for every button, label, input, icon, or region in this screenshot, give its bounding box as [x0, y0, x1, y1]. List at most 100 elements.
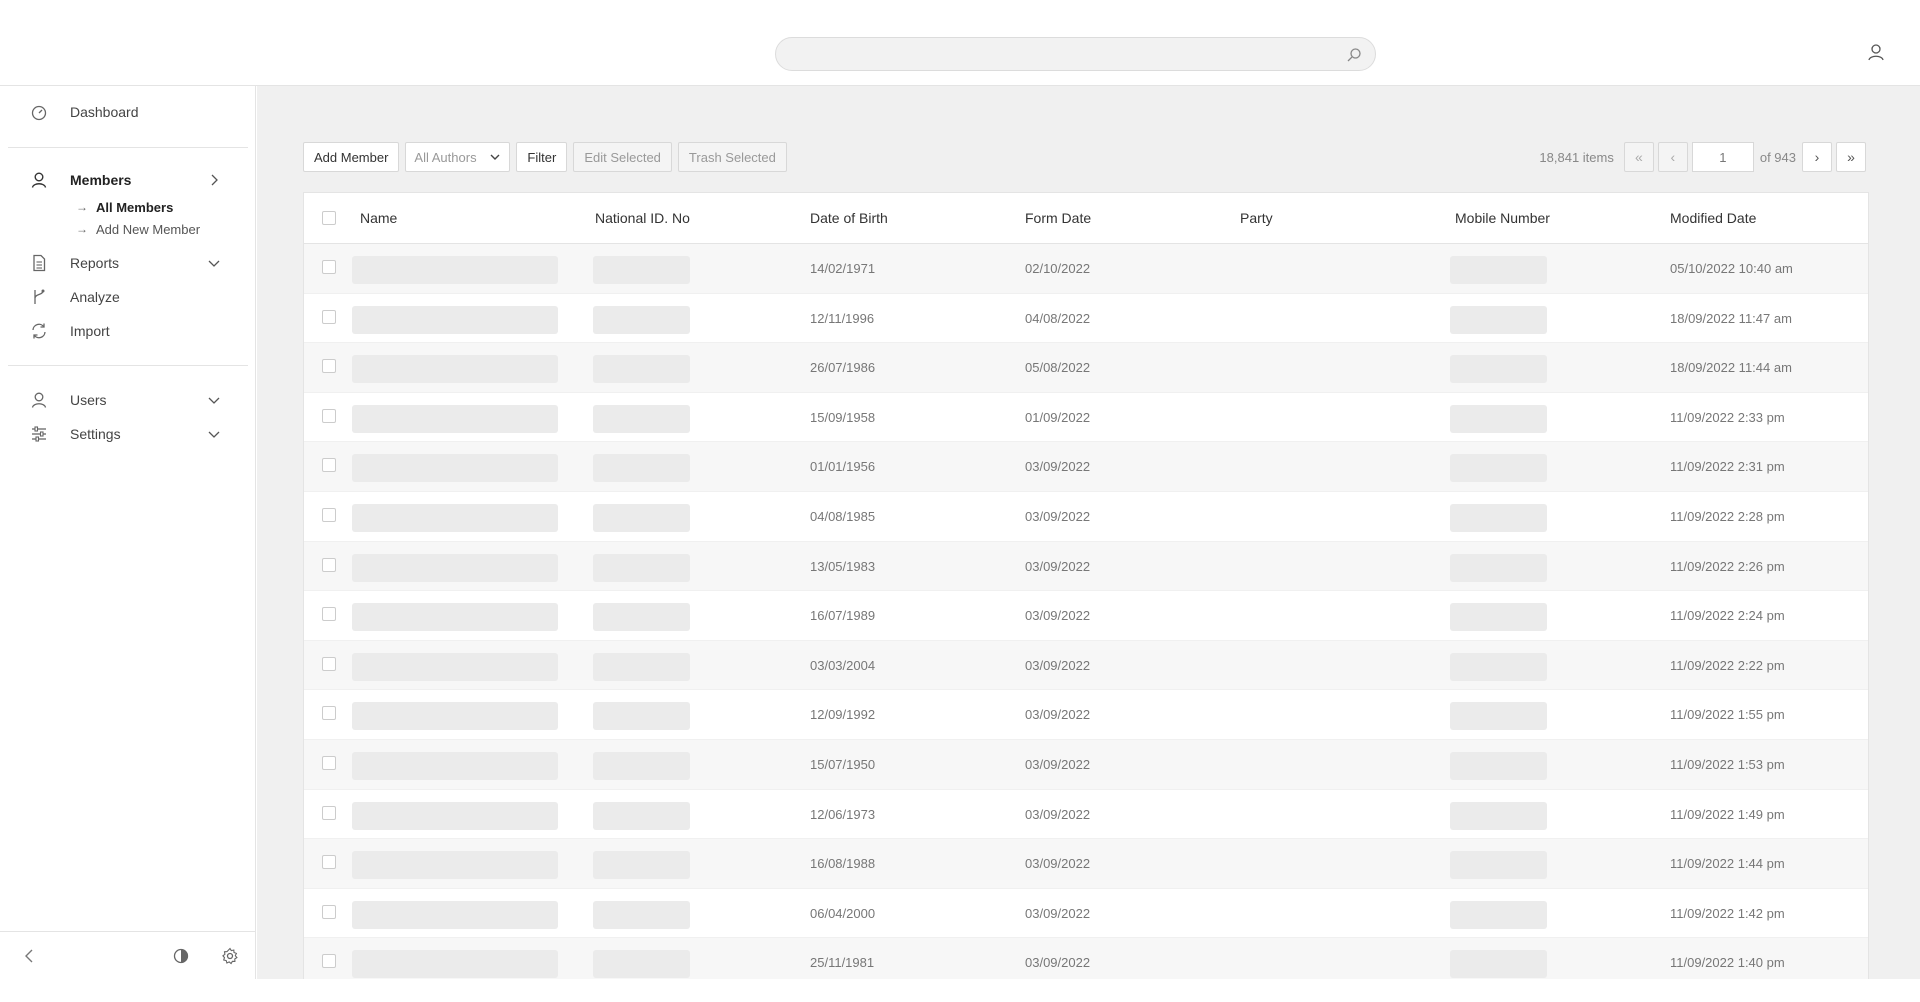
row-checkbox[interactable] — [322, 656, 336, 671]
modified-date-cell: 11/09/2022 1:49 pm — [1670, 806, 1785, 822]
table-row[interactable]: 13/05/1983 03/09/2022 11/09/2022 2:26 pm — [304, 541, 1868, 592]
row-checkbox[interactable] — [322, 359, 336, 374]
collapse-sidebar-icon[interactable] — [21, 947, 39, 965]
mobile-number-placeholder — [1450, 851, 1547, 880]
table-row[interactable]: 25/11/1981 03/09/2022 11/09/2022 1:40 pm — [304, 938, 1868, 979]
column-header-name[interactable]: Name — [360, 210, 397, 226]
trash-selected-button[interactable]: Trash Selected — [677, 142, 787, 172]
chevron-right-icon[interactable] — [207, 173, 221, 187]
row-checkbox[interactable] — [322, 755, 336, 770]
sidebar-subitem-add-new-member[interactable]: → Add New Member — [76, 219, 200, 239]
table-row[interactable]: 26/07/1986 05/08/2022 18/09/2022 11:44 am — [304, 343, 1868, 393]
sidebar-item-import[interactable]: Import — [0, 317, 256, 345]
row-checkbox[interactable] — [322, 507, 336, 522]
row-checkbox[interactable] — [322, 458, 336, 473]
sidebar-subitem-all-members[interactable]: → All Members — [76, 197, 173, 217]
table-row[interactable]: 12/11/1996 04/08/2022 18/09/2022 11:47 am — [304, 294, 1868, 344]
table-row[interactable]: 14/02/1971 02/10/2022 05/10/2022 10:40 am — [304, 244, 1868, 294]
row-checkbox[interactable] — [322, 408, 336, 423]
search-icon[interactable] — [1346, 47, 1362, 63]
first-page-button[interactable]: « — [1623, 142, 1654, 172]
sidebar-item-settings[interactable]: Settings — [0, 420, 256, 448]
date-of-birth-cell: 06/04/2000 — [810, 905, 876, 921]
sidebar-item-analyze[interactable]: Analyze — [0, 283, 256, 311]
row-checkbox[interactable] — [322, 706, 336, 721]
sidebar-item-members[interactable]: Members — [0, 166, 256, 194]
mobile-number-placeholder — [1450, 305, 1547, 334]
chevron-down-icon[interactable] — [207, 256, 221, 270]
date-of-birth-cell: 14/02/1971 — [810, 261, 876, 276]
modified-date-cell: 11/09/2022 1:55 pm — [1670, 707, 1785, 723]
prev-page-button[interactable]: ‹ — [1657, 142, 1688, 172]
national-id-placeholder — [593, 950, 690, 979]
add-member-button[interactable]: Add Member — [303, 142, 400, 172]
row-checkbox[interactable] — [322, 309, 336, 324]
column-header-national-id[interactable]: National ID. No — [595, 210, 690, 226]
mobile-number-placeholder — [1450, 652, 1547, 681]
edit-selected-button[interactable]: Edit Selected — [573, 142, 672, 172]
mobile-number-placeholder — [1450, 404, 1547, 433]
modified-date-cell: 11/09/2022 2:28 pm — [1670, 508, 1785, 524]
row-checkbox[interactable] — [322, 607, 336, 622]
user-icon[interactable] — [1867, 43, 1885, 61]
current-page-input[interactable] — [1691, 142, 1754, 172]
table-row[interactable]: 01/01/1956 03/09/2022 11/09/2022 2:31 pm — [304, 442, 1868, 492]
chevron-down-icon[interactable] — [207, 427, 221, 441]
next-page-button[interactable]: › — [1802, 142, 1832, 172]
form-date-cell: 03/09/2022 — [1025, 707, 1091, 723]
table-row[interactable]: 03/03/2004 03/09/2022 11/09/2022 2:22 pm — [304, 640, 1868, 691]
column-header-form-date[interactable]: Form Date — [1025, 210, 1091, 226]
table-row[interactable]: 04/08/1985 03/09/2022 11/09/2022 2:28 pm — [304, 492, 1868, 542]
table-row[interactable]: 15/09/1958 01/09/2022 11/09/2022 2:33 pm — [304, 393, 1868, 443]
authors-select[interactable]: All Authors — [405, 142, 511, 172]
table-row[interactable]: 16/08/1988 03/09/2022 11/09/2022 1:44 pm — [304, 839, 1868, 889]
sidebar-item-users[interactable]: Users — [0, 386, 256, 414]
column-header-mobile-number[interactable]: Mobile Number — [1455, 210, 1550, 226]
select-all-checkbox[interactable] — [322, 211, 336, 225]
name-placeholder — [352, 900, 558, 929]
row-checkbox[interactable] — [322, 805, 336, 820]
mobile-number-placeholder — [1450, 603, 1547, 632]
arrow-right-icon: → — [76, 200, 88, 214]
sidebar-footer — [0, 931, 256, 979]
mobile-number-placeholder — [1450, 950, 1547, 979]
row-checkbox[interactable] — [322, 557, 336, 572]
date-of-birth-cell: 12/06/1973 — [810, 806, 876, 822]
search-input[interactable] — [776, 38, 1375, 70]
sidebar-item-dashboard[interactable]: Dashboard — [0, 98, 256, 126]
sidebar-item-reports[interactable]: Reports — [0, 249, 256, 277]
row-checkbox[interactable] — [322, 904, 336, 919]
sidebar-item-label: Dashboard — [70, 104, 139, 120]
toolbar: Add Member All Authors Filter Edit Selec… — [303, 142, 787, 172]
table-row[interactable]: 12/06/1973 03/09/2022 11/09/2022 1:49 pm — [304, 790, 1868, 840]
row-checkbox[interactable] — [322, 954, 336, 969]
gear-icon[interactable] — [221, 947, 239, 965]
sidebar-item-label: Settings — [70, 426, 121, 442]
row-checkbox[interactable] — [322, 855, 336, 870]
column-header-party[interactable]: Party — [1240, 210, 1273, 226]
last-page-button[interactable]: » — [1836, 142, 1866, 172]
national-id-placeholder — [593, 652, 690, 681]
national-id-placeholder — [593, 603, 690, 632]
national-id-placeholder — [593, 702, 690, 731]
date-of-birth-cell: 16/07/1989 — [810, 608, 876, 624]
table-row[interactable]: 16/07/1989 03/09/2022 11/09/2022 2:24 pm — [304, 591, 1868, 641]
form-date-cell: 03/09/2022 — [1025, 508, 1091, 524]
column-header-modified-date[interactable]: Modified Date — [1670, 210, 1756, 226]
column-header-date-of-birth[interactable]: Date of Birth — [810, 210, 888, 226]
row-checkbox[interactable] — [322, 260, 336, 274]
name-placeholder — [352, 652, 558, 681]
filter-button[interactable]: Filter — [516, 142, 568, 172]
search-bar[interactable] — [775, 37, 1376, 71]
modified-date-cell: 11/09/2022 1:53 pm — [1670, 756, 1785, 772]
modified-date-cell: 11/09/2022 1:40 pm — [1670, 955, 1785, 971]
sidebar-divider — [8, 147, 248, 148]
chevron-down-icon[interactable] — [207, 393, 221, 407]
table-row[interactable]: 12/09/1992 03/09/2022 11/09/2022 1:55 pm — [304, 690, 1868, 740]
name-placeholder — [352, 256, 558, 284]
table-row[interactable]: 15/07/1950 03/09/2022 11/09/2022 1:53 pm — [304, 739, 1868, 790]
date-of-birth-cell: 13/05/1983 — [810, 558, 876, 574]
table-row[interactable]: 06/04/2000 03/09/2022 11/09/2022 1:42 pm — [304, 889, 1868, 939]
date-of-birth-cell: 15/07/1950 — [810, 756, 876, 772]
contrast-icon[interactable] — [172, 947, 190, 965]
